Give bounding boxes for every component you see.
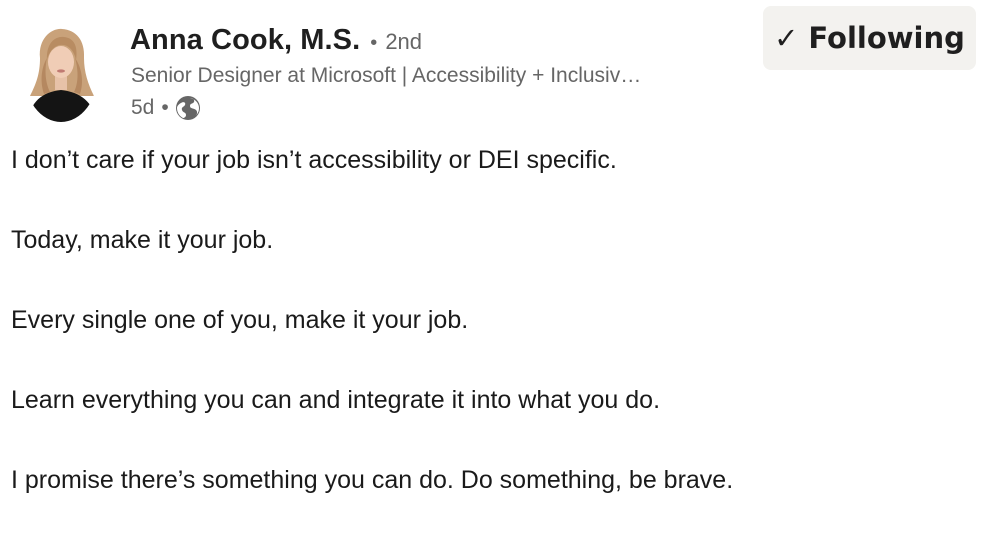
following-label: Following <box>808 21 965 55</box>
post-meta: 5d • <box>131 93 201 123</box>
post-paragraph: Every single one of you, make it your jo… <box>11 306 469 334</box>
post-text: I don’t care if your job isn’t accessibi… <box>11 140 971 540</box>
separator-dot: • <box>161 96 169 119</box>
following-button[interactable]: ✓ Following <box>763 6 976 70</box>
connection-degree: 2nd <box>385 29 423 54</box>
checkmark-icon: ✓ <box>774 21 799 55</box>
post-paragraph: Learn everything you can and integrate i… <box>11 386 661 414</box>
profile-photo <box>28 28 96 122</box>
feed-post: Anna Cook, M.S. • 2nd Senior Designer at… <box>0 0 986 508</box>
post-paragraph: I promise there’s something you can do. … <box>11 466 734 494</box>
post-paragraph: Today, make it your job. <box>11 226 274 254</box>
author-avatar[interactable] <box>24 24 98 122</box>
author-headline: Senior Designer at Microsoft | Accessibi… <box>131 64 642 87</box>
post-time: 5d <box>131 96 155 119</box>
separator-dot: • <box>370 32 378 54</box>
author-name-line: Anna Cook, M.S. • 2nd <box>130 24 422 62</box>
globe-icon <box>175 95 201 121</box>
author-name[interactable]: Anna Cook, M.S. <box>130 24 360 57</box>
post-paragraph: I don’t care if your job isn’t accessibi… <box>11 146 617 174</box>
